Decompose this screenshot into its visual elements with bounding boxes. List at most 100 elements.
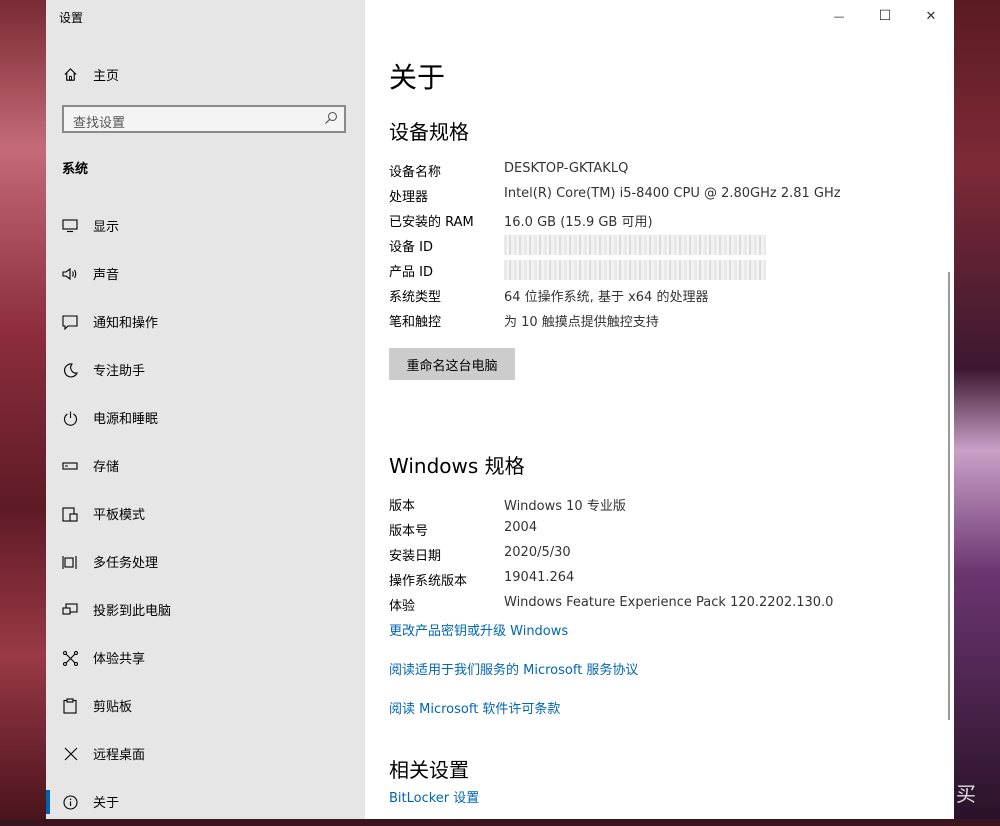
related-settings-heading: 相关设置 [389, 758, 469, 782]
spec-value[interactable]: 为 10 触摸点提供触控支持 [504, 311, 659, 330]
power-icon [62, 410, 78, 426]
notification-icon [62, 314, 78, 330]
spec-row-install-date: 安装日期 2020/5/30 [389, 545, 929, 565]
sidebar-item-power[interactable]: 电源和睡眠 [46, 394, 365, 442]
sidebar-item-project[interactable]: 投影到此电脑 [46, 586, 365, 634]
search-input[interactable]: 查找设置 [62, 105, 346, 133]
sidebar-item-display[interactable]: 显示 [46, 202, 365, 250]
search-icon [325, 111, 338, 124]
spec-value[interactable]: 2004 [504, 520, 537, 535]
main-content: — ☐ ✕ 关于 设备规格 设备名称 DESKTOP-GKTAKLQ 处理器 I… [365, 0, 954, 819]
home-icon [62, 66, 78, 82]
spec-key: 版本号 [389, 524, 429, 539]
spec-value[interactable]: DESKTOP-GKTAKLQ [504, 161, 628, 176]
share-icon [62, 650, 78, 666]
spec-value[interactable]: Windows 10 专业版 [504, 495, 626, 514]
spec-row-ram: 已安装的 RAM 16.0 GB (15.9 GB 可用) [389, 211, 929, 231]
search-placeholder: 查找设置 [73, 116, 126, 131]
spec-value[interactable]: 64 位操作系统, 基于 x64 的处理器 [504, 286, 708, 305]
spec-value[interactable]: 16.0 GB (15.9 GB 可用) [504, 211, 653, 230]
page-title: 关于 [389, 61, 446, 94]
spec-row-edition: 版本 Windows 10 专业版 [389, 495, 929, 515]
sidebar-nav: 显示 声音 通知和操作 专注助手 电源和睡眠 存储 平板模式 多任务处理 投影到… [46, 202, 365, 826]
sidebar-item-multitasking[interactable]: 多任务处理 [46, 538, 365, 586]
project-icon [62, 602, 78, 618]
sidebar-item-focus-assist[interactable]: 专注助手 [46, 346, 365, 394]
spec-row-experience: 体验 Windows Feature Experience Pack 120.2… [389, 595, 929, 615]
tablet-icon [62, 506, 78, 522]
watermark-text: 什么值得买 [872, 782, 977, 806]
sound-icon [62, 266, 78, 282]
spec-key: 体验 [389, 599, 416, 614]
bitlocker-settings-link[interactable]: BitLocker 设置 [389, 787, 479, 806]
sidebar-item-label: 存储 [93, 460, 120, 475]
spec-row-system-type: 系统类型 64 位操作系统, 基于 x64 的处理器 [389, 286, 929, 306]
sidebar-item-label: 关于 [93, 796, 120, 811]
spec-row-pen-touch: 笔和触控 为 10 触摸点提供触控支持 [389, 311, 929, 331]
spec-row-product-id: 产品 ID [389, 260, 929, 281]
sidebar-item-shared-experiences[interactable]: 体验共享 [46, 634, 365, 682]
software-license-terms-link[interactable]: 阅读 Microsoft 软件许可条款 [389, 698, 560, 717]
spec-value[interactable]: 19041.264 [504, 570, 574, 585]
info-icon [62, 794, 78, 810]
sidebar-item-label: 声音 [93, 268, 120, 283]
change-product-key-link[interactable]: 更改产品密钥或升级 Windows [389, 620, 568, 639]
close-button[interactable]: ✕ [908, 0, 954, 32]
sidebar-item-sound[interactable]: 声音 [46, 250, 365, 298]
scrollbar[interactable] [948, 272, 950, 720]
desktop-wallpaper-left [0, 0, 46, 819]
spec-row-os-build: 操作系统版本 19041.264 [389, 570, 929, 590]
sidebar-item-notifications[interactable]: 通知和操作 [46, 298, 365, 346]
sidebar-item-tablet[interactable]: 平板模式 [46, 490, 365, 538]
spec-key: 设备 ID [389, 240, 433, 255]
sidebar-item-clipboard[interactable]: 剪贴板 [46, 682, 365, 730]
maximize-button[interactable]: ☐ [862, 0, 908, 32]
device-specs-heading: 设备规格 [389, 120, 469, 144]
spec-key: 安装日期 [389, 549, 442, 564]
display-icon [62, 218, 78, 234]
spec-value[interactable]: Intel(R) Core(TM) i5-8400 CPU @ 2.80GHz … [504, 186, 841, 201]
section-title: 系统 [62, 162, 89, 177]
watermark-logo-icon: 值 [835, 779, 863, 807]
rename-pc-button[interactable]: 重命名这台电脑 [389, 348, 515, 380]
sidebar-item-remote-desktop[interactable]: 远程桌面 [46, 730, 365, 778]
spec-key: 笔和触控 [389, 315, 442, 330]
sidebar-item-label: 远程桌面 [93, 748, 146, 763]
settings-window: 设置 主页 查找设置 系统 显示 声音 通知和操作 专注助手 电源和睡眠 存储 … [46, 0, 954, 819]
redacted-value [504, 260, 766, 280]
spec-row-device-name: 设备名称 DESKTOP-GKTAKLQ [389, 161, 929, 181]
spec-row-device-id: 设备 ID [389, 235, 929, 256]
microsoft-services-agreement-link[interactable]: 阅读适用于我们服务的 Microsoft 服务协议 [389, 659, 638, 678]
sidebar-item-label: 通知和操作 [93, 316, 159, 331]
spec-value[interactable]: Windows Feature Experience Pack 120.2202… [504, 595, 833, 610]
spec-key: 处理器 [389, 190, 429, 205]
minimize-button[interactable]: — [816, 0, 862, 32]
spec-value[interactable]: 2020/5/30 [504, 545, 571, 560]
spec-key: 系统类型 [389, 290, 442, 305]
sidebar-item-label: 体验共享 [93, 652, 146, 667]
remote-icon [62, 746, 78, 762]
maximize-icon: ☐ [878, 8, 892, 24]
sidebar-item-label: 主页 [93, 69, 120, 84]
multitask-icon [62, 554, 78, 570]
sidebar-item-label: 平板模式 [93, 508, 146, 523]
minimize-icon: — [833, 9, 845, 23]
sidebar-item-home[interactable]: 主页 [46, 58, 365, 90]
moon-icon [62, 362, 78, 378]
desktop-wallpaper-right [954, 0, 1000, 819]
sidebar-item-label: 显示 [93, 220, 120, 235]
spec-row-version: 版本号 2004 [389, 520, 929, 540]
spec-key: 已安装的 RAM [389, 215, 474, 230]
spec-key: 设备名称 [389, 165, 442, 180]
window-controls: — ☐ ✕ [816, 0, 954, 32]
spec-row-processor: 处理器 Intel(R) Core(TM) i5-8400 CPU @ 2.80… [389, 186, 929, 206]
redacted-value [504, 235, 766, 255]
close-icon: ✕ [925, 8, 937, 24]
window-title: 设置 [59, 11, 84, 25]
storage-icon [62, 458, 78, 474]
sidebar-item-storage[interactable]: 存储 [46, 442, 365, 490]
svg-text:值: 值 [842, 786, 856, 802]
windows-specs-heading: Windows 规格 [389, 454, 525, 478]
spec-key: 产品 ID [389, 265, 433, 280]
sidebar: 设置 主页 查找设置 系统 显示 声音 通知和操作 专注助手 电源和睡眠 存储 … [46, 0, 365, 819]
